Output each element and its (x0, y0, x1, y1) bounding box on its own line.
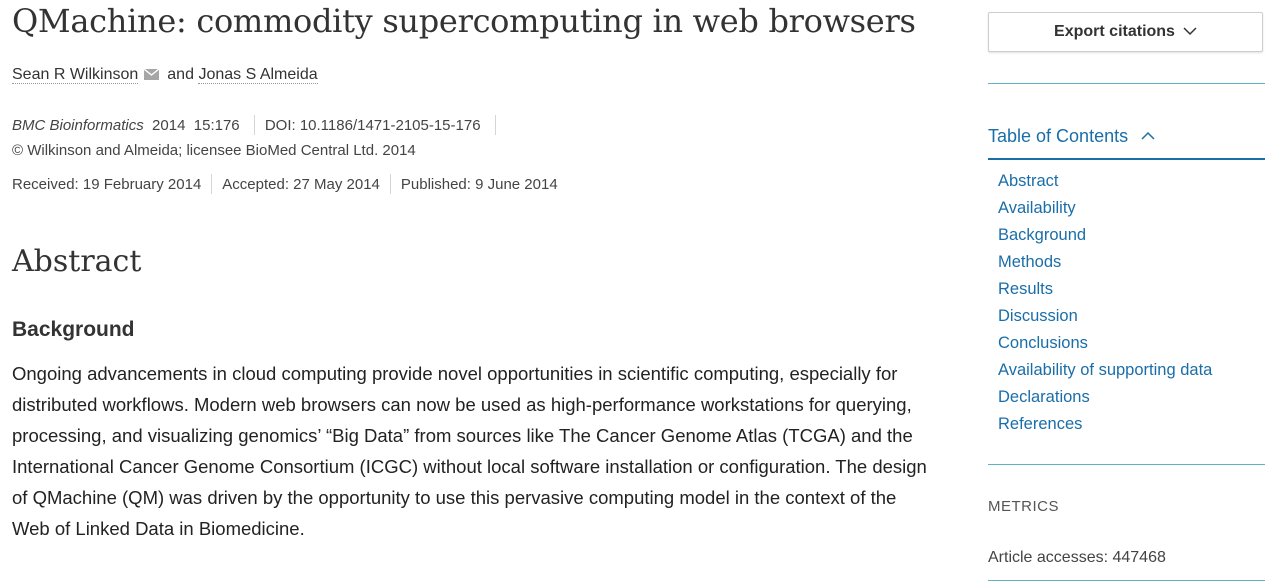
toc-item: References (998, 411, 1212, 438)
toc-item: Methods (998, 249, 1212, 276)
export-citations-button[interactable]: Export citations (988, 12, 1263, 52)
author-link-2[interactable]: Jonas S Almeida (198, 66, 318, 84)
export-citations-label: Export citations (1054, 23, 1175, 40)
toc-title: Table of Contents (988, 126, 1129, 146)
divider (389, 174, 391, 194)
toc-item: Availability (998, 195, 1212, 222)
author-separator: and (167, 66, 194, 83)
toc-item: Conclusions (998, 330, 1212, 357)
article-accesses: Article accesses: 447468 (988, 549, 1166, 566)
abstract-text: Ongoing advancements in cloud computing … (12, 363, 927, 539)
toc-item: Availability of supporting data (998, 357, 1212, 384)
background-heading: Background (12, 318, 135, 341)
publication-year: 2014 (152, 117, 186, 134)
copyright: © Wilkinson and Almeida; licensee BioMed… (12, 142, 416, 159)
toc-item: Discussion (998, 303, 1212, 330)
toc-link-supporting-data[interactable]: Availability of supporting data (998, 361, 1212, 379)
author-list: Sean R Wilkinson and Jonas S Almeida (12, 66, 318, 85)
accepted-date: Accepted: 27 May 2014 (222, 176, 380, 193)
toc-list: Abstract Availability Background Methods… (998, 168, 1212, 438)
mail-icon[interactable] (143, 67, 160, 85)
received-date: Received: 19 February 2014 (12, 176, 202, 193)
published-date: Published: 9 June 2014 (400, 176, 558, 193)
article-title: QMachine: commodity supercomputing in we… (12, 2, 916, 40)
toc-link-methods[interactable]: Methods (998, 253, 1061, 271)
divider (494, 115, 496, 135)
doi: DOI: 10.1186/1471-2105-15-176 (264, 117, 481, 134)
divider (253, 115, 255, 135)
toc-toggle[interactable]: Table of Contents (988, 124, 1265, 160)
author-link-1[interactable]: Sean R Wilkinson (12, 66, 139, 84)
toc-link-declarations[interactable]: Declarations (998, 388, 1090, 406)
toc-link-references[interactable]: References (998, 415, 1082, 433)
toc-link-availability[interactable]: Availability (998, 199, 1076, 217)
journal-name: BMC Bioinformatics (12, 117, 144, 134)
volume-article: 15:176 (193, 117, 240, 134)
toc-item: Abstract (998, 168, 1212, 195)
toc-link-abstract[interactable]: Abstract (998, 172, 1059, 190)
abstract-heading: Abstract (12, 244, 142, 279)
toc-link-conclusions[interactable]: Conclusions (998, 334, 1088, 352)
divider (211, 174, 213, 194)
divider (988, 83, 1265, 84)
toc-link-discussion[interactable]: Discussion (998, 307, 1078, 325)
dates-line: Received: 19 February 2014 Accepted: 27 M… (12, 174, 558, 194)
toc-link-background[interactable]: Background (998, 226, 1086, 244)
toc-item: Declarations (998, 384, 1212, 411)
chevron-down-icon (1183, 23, 1197, 41)
toc-link-results[interactable]: Results (998, 280, 1053, 298)
metrics-heading: METRICS (988, 498, 1059, 515)
toc-item: Background (998, 222, 1212, 249)
citation-line: BMC Bioinformatics 2014 15:176 DOI: 10.1… (12, 115, 506, 135)
divider (988, 580, 1265, 581)
chevron-up-icon (1141, 124, 1155, 145)
toc-item: Results (998, 276, 1212, 303)
divider (988, 464, 1265, 465)
